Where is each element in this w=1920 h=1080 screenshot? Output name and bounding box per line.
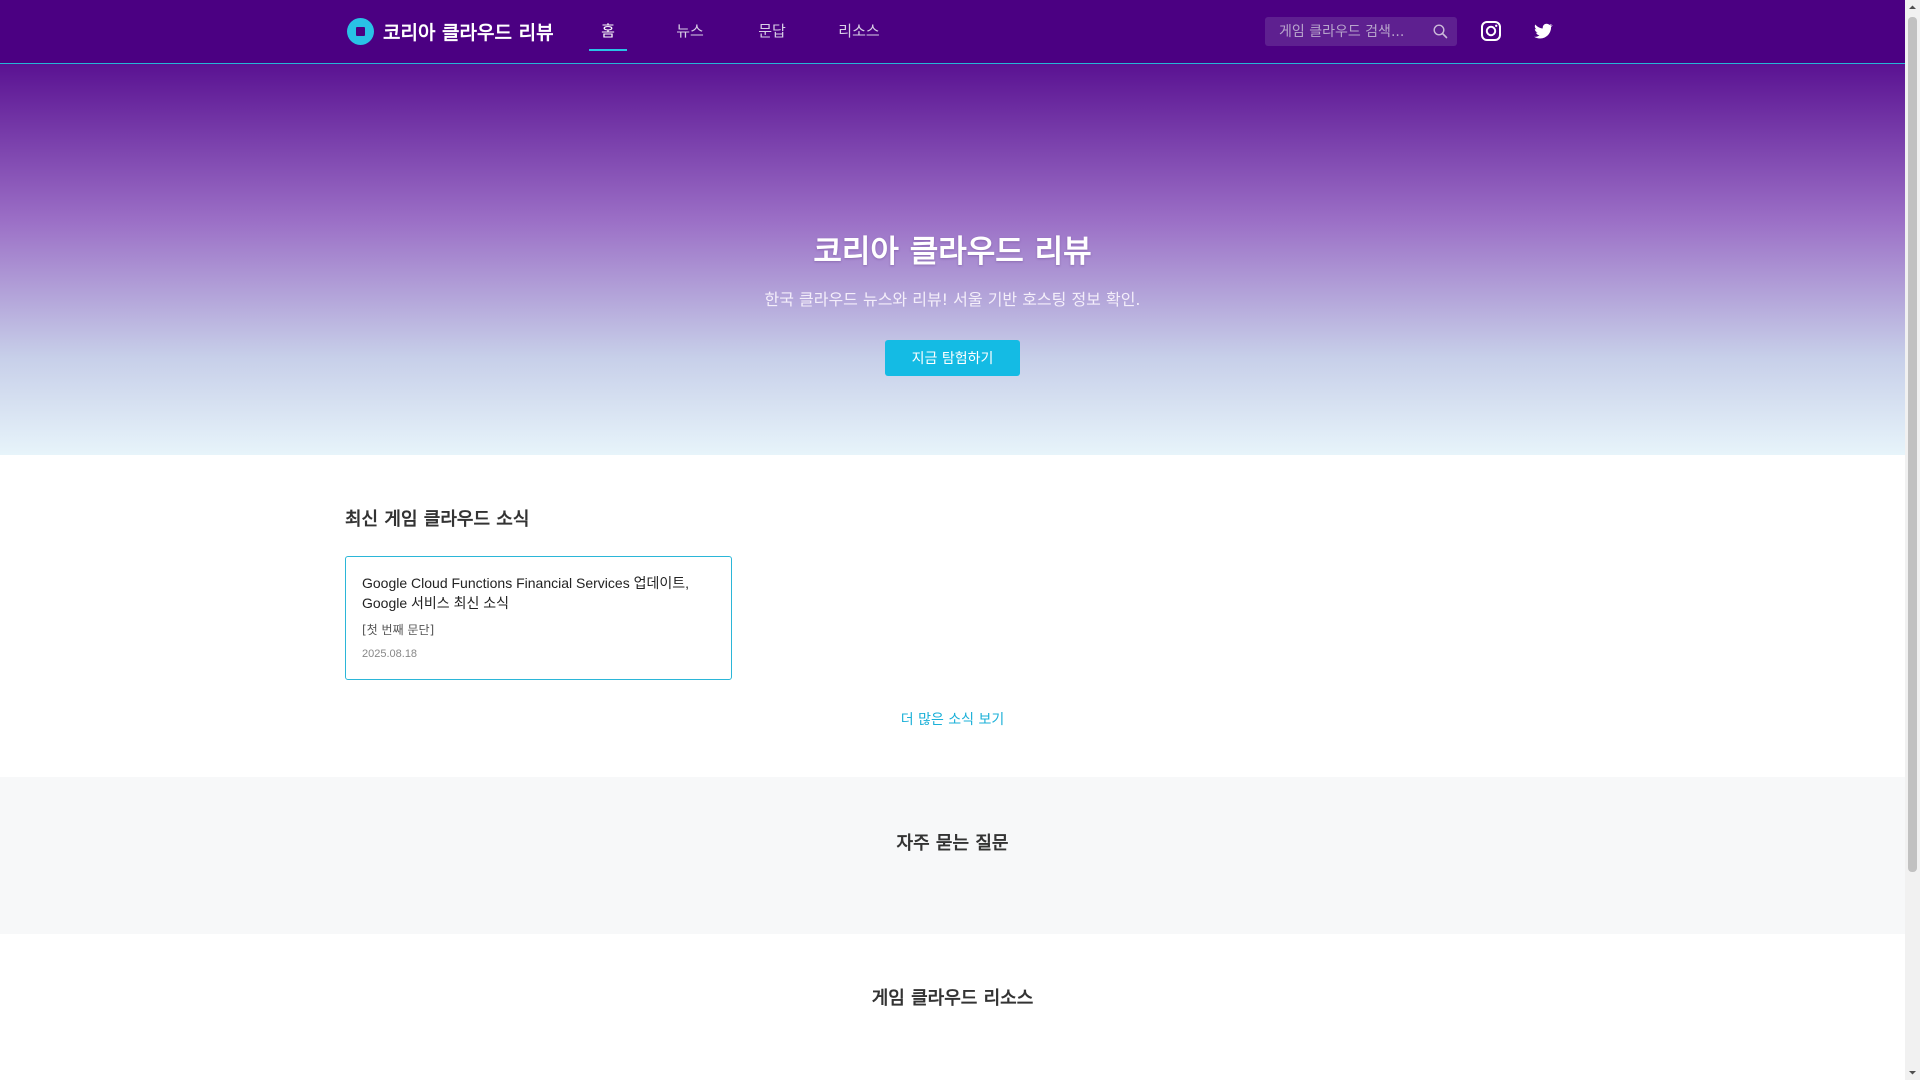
faq-section: 자주 묻는 질문	[0, 777, 1905, 934]
scrollbar-thumb[interactable]	[1908, 17, 1917, 872]
nav-item-news[interactable]: 뉴스	[671, 0, 709, 63]
news-card-title[interactable]: Google Cloud Functions Financial Service…	[362, 573, 715, 613]
resources-section-title: 게임 클라우드 리소스	[871, 988, 1034, 1009]
more-news-link[interactable]: 더 많은 소식 보기	[0, 709, 1905, 729]
main-nav: 홈 뉴스 문답 리소스	[589, 0, 927, 63]
page: 코리아 클라우드 리뷰 홈 뉴스 문답 리소스 코리아 클라우드 리뷰 한국 클…	[0, 0, 1905, 1080]
search-box	[1265, 17, 1457, 46]
logo-icon	[347, 18, 374, 45]
latest-news-section: 최신 게임 클라우드 소식 Google Cloud Functions Fin…	[0, 455, 1905, 777]
scroll-down-arrow-icon[interactable]	[1905, 1065, 1920, 1080]
nav-item-resources[interactable]: 리소스	[835, 0, 883, 63]
resources-section: 게임 클라우드 리소스	[0, 934, 1905, 1080]
vertical-scrollbar[interactable]	[1905, 0, 1920, 1080]
site-logo[interactable]: 코리아 클라우드 리뷰	[347, 18, 554, 45]
news-section-title: 최신 게임 클라우드 소식	[345, 509, 530, 530]
hero-title: 코리아 클라우드 리뷰	[813, 234, 1092, 270]
twitter-icon[interactable]	[1532, 20, 1554, 42]
faq-section-title: 자주 묻는 질문	[896, 833, 1009, 854]
news-card[interactable]: Google Cloud Functions Financial Service…	[345, 556, 732, 680]
top-navigation-bar: 코리아 클라우드 리뷰 홈 뉴스 문답 리소스	[0, 0, 1905, 64]
search-icon[interactable]	[1432, 23, 1449, 40]
hero-banner: 코리아 클라우드 리뷰 한국 클라우드 뉴스와 리뷰! 서울 기반 호스팅 정보…	[0, 64, 1905, 455]
explore-now-button[interactable]: 지금 탐험하기	[885, 340, 1020, 376]
site-name: 코리아 클라우드 리뷰	[383, 22, 554, 44]
hero-subtitle: 한국 클라우드 뉴스와 리뷰! 서울 기반 호스팅 정보 확인.	[764, 290, 1141, 309]
scroll-up-arrow-icon[interactable]	[1905, 0, 1920, 15]
news-card-excerpt: [첫 번째 문단]	[362, 623, 435, 637]
search-input[interactable]	[1277, 22, 1431, 41]
nav-item-home[interactable]: 홈	[589, 0, 627, 63]
nav-item-qa[interactable]: 문답	[753, 0, 791, 63]
news-card-date: 2025.08.18	[362, 648, 418, 660]
instagram-icon[interactable]	[1480, 20, 1502, 42]
